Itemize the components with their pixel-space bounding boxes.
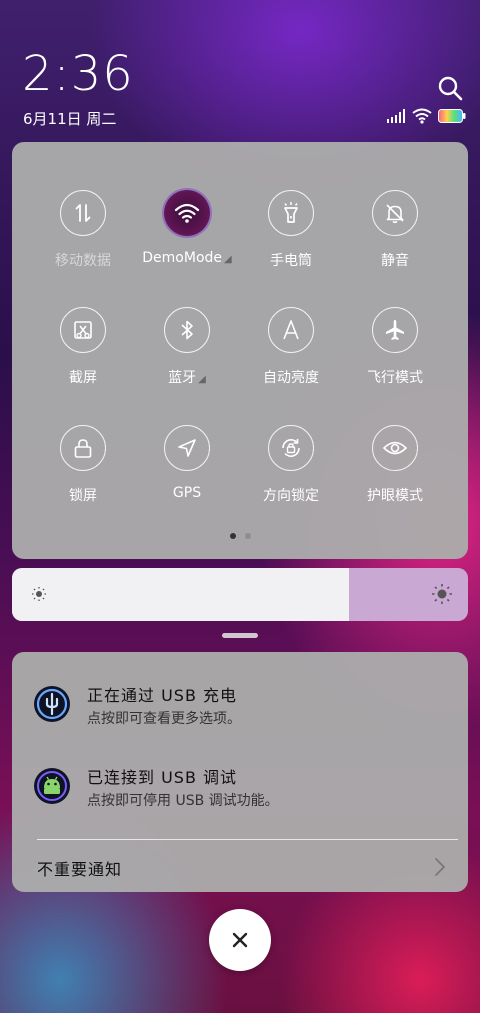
wifi-status-icon	[412, 108, 432, 124]
tile-screenshot[interactable]: 截屏	[31, 307, 135, 387]
tile-label: GPS	[172, 485, 202, 501]
tile-label: 方向锁定	[263, 488, 319, 504]
brightness-slider[interactable]	[12, 568, 468, 621]
tile-lock-screen[interactable]: 锁屏	[31, 425, 135, 505]
bluetooth-icon	[164, 307, 210, 353]
notification-title: 已连接到 USB 调试	[87, 768, 238, 787]
page-dot-2[interactable]	[244, 533, 251, 539]
eye-icon	[372, 425, 418, 471]
search-icon[interactable]	[436, 74, 466, 104]
notification-subtitle: 点按即可停用 USB 调试功能。	[87, 793, 279, 809]
wifi-icon	[164, 190, 210, 236]
notification-subtitle: 点按即可查看更多选项。	[87, 711, 241, 727]
notification-title: 正在通过 USB 充电	[87, 686, 238, 705]
notification-usb-charging[interactable]: 正在通过 USB 充电 点按即可查看更多选项。	[32, 682, 452, 732]
tile-bluetooth[interactable]: 蓝牙 ◢	[135, 307, 239, 387]
system-status-icons	[386, 108, 466, 124]
battery-icon	[438, 109, 466, 123]
drag-handle[interactable]	[222, 633, 258, 638]
page-dot-1[interactable]	[229, 533, 236, 539]
tile-auto-brightness[interactable]: 自动亮度	[239, 307, 343, 387]
signal-icon	[387, 109, 405, 123]
tile-label: 移动数据	[55, 253, 111, 269]
flashlight-icon	[268, 190, 314, 236]
bell-off-icon	[372, 190, 418, 236]
divider	[37, 839, 458, 840]
close-icon	[232, 932, 248, 948]
expand-arrow-icon: ◢	[198, 374, 206, 385]
mobile-data-icon	[60, 190, 106, 236]
tile-airplane[interactable]: 飞行模式	[343, 307, 447, 387]
page-indicator	[12, 533, 468, 539]
notification-panel: 正在通过 USB 充电 点按即可查看更多选项。 已连接到 USB 调试 点按即可…	[12, 652, 468, 892]
notification-usb-debugging[interactable]: 已连接到 USB 调试 点按即可停用 USB 调试功能。	[32, 764, 452, 814]
tile-silent[interactable]: 静音	[343, 190, 447, 270]
tile-flashlight[interactable]: 手电筒	[239, 190, 343, 270]
lock-icon	[60, 425, 106, 471]
brightness-high-icon	[431, 583, 453, 609]
tile-label: DemoMode	[142, 250, 223, 266]
brightness-fill	[12, 568, 350, 621]
tile-rotation-lock[interactable]: 方向锁定	[239, 425, 343, 505]
clock-date: 6月11日 周二	[23, 110, 117, 128]
auto-brightness-icon	[268, 307, 314, 353]
tile-label: 截屏	[69, 370, 97, 386]
android-icon	[34, 768, 70, 804]
expand-arrow-icon: ◢	[224, 254, 232, 265]
chevron-right-icon[interactable]	[434, 857, 446, 881]
tile-label: 蓝牙	[168, 370, 197, 386]
tile-label: 飞行模式	[367, 370, 423, 386]
tile-demomode[interactable]: DemoMode ◢	[135, 190, 239, 266]
tile-eye-care[interactable]: 护眼模式	[343, 425, 447, 505]
tile-label: 手电筒	[270, 253, 312, 269]
usb-icon	[34, 686, 70, 722]
quick-settings-panel: 移动数据 DemoMode ◢ 手电筒 静音 截屏 蓝牙 ◢ 自动亮度 飞行模式…	[12, 142, 468, 559]
airplane-icon	[372, 307, 418, 353]
tile-label: 锁屏	[69, 488, 97, 504]
screenshot-icon	[60, 307, 106, 353]
tile-label: 护眼模式	[367, 488, 423, 504]
brightness-low-icon	[31, 586, 47, 606]
clock-time: 2:36	[22, 46, 134, 102]
rotation-lock-icon	[268, 425, 314, 471]
close-button[interactable]	[209, 909, 271, 971]
location-icon	[164, 425, 210, 471]
tile-label: 静音	[381, 253, 409, 269]
tile-mobile-data[interactable]: 移动数据	[31, 190, 135, 270]
tile-label: 自动亮度	[263, 370, 319, 386]
unimportant-notifications-label[interactable]: 不重要通知	[37, 856, 122, 880]
tile-gps[interactable]: GPS	[135, 425, 239, 501]
